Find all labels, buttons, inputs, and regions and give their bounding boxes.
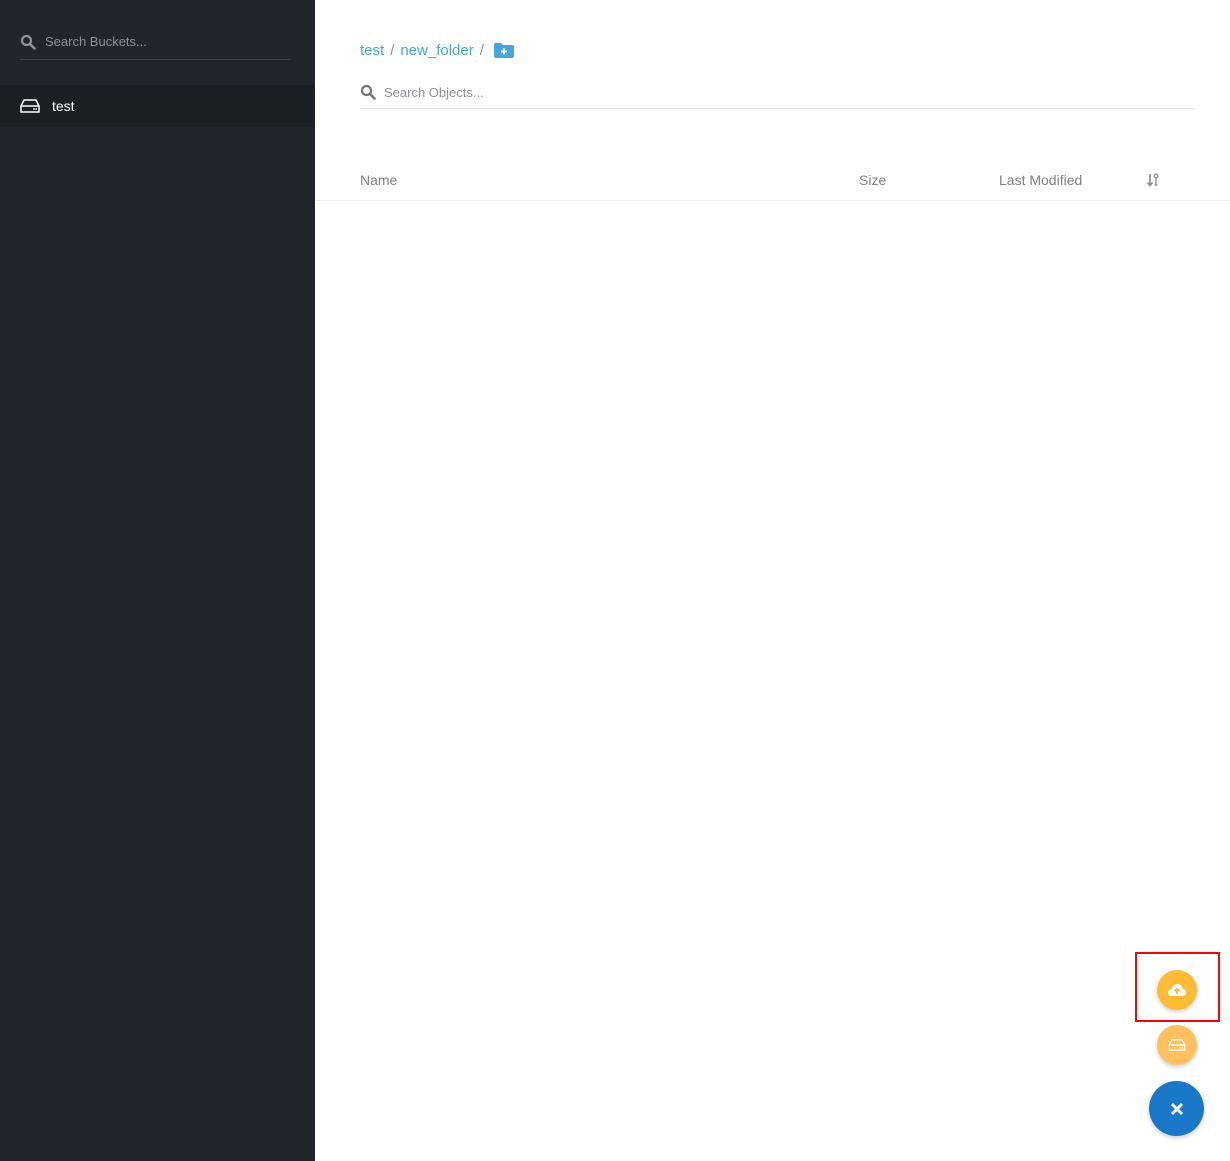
bucket-name: test xyxy=(52,98,75,114)
bucket-search-placeholder: Search Buckets... xyxy=(45,34,147,49)
bucket-search-input[interactable]: Search Buckets... xyxy=(20,24,291,60)
column-name[interactable]: Name xyxy=(360,172,397,188)
column-last-modified[interactable]: Last Modified xyxy=(999,172,1082,188)
search-icon xyxy=(20,34,36,50)
create-bucket-button[interactable] xyxy=(1157,1025,1197,1065)
hdd-icon xyxy=(1168,1039,1186,1051)
object-search-placeholder: Search Objects... xyxy=(384,84,484,100)
main-content: test / new_folder / Search Objects... Na… xyxy=(315,0,1230,1161)
highlight-box xyxy=(1135,952,1220,1022)
table-header: Name Size Last Modified xyxy=(315,160,1230,201)
close-menu-button[interactable] xyxy=(1149,1081,1204,1136)
breadcrumb-separator: / xyxy=(390,42,395,59)
breadcrumb-item[interactable]: test xyxy=(360,42,384,59)
breadcrumb-separator: / xyxy=(479,42,484,59)
hdd-icon xyxy=(20,99,40,113)
column-size[interactable]: Size xyxy=(859,172,886,188)
sidebar-item-bucket[interactable]: test xyxy=(0,85,315,127)
sort-icon[interactable] xyxy=(1146,173,1160,187)
folder-plus-icon[interactable] xyxy=(493,43,514,58)
sidebar: Search Buckets... test xyxy=(0,0,315,1161)
close-icon xyxy=(1170,1102,1183,1115)
breadcrumb-item[interactable]: new_folder xyxy=(400,42,473,59)
object-search-input[interactable]: Search Objects... xyxy=(360,76,1194,109)
breadcrumb: test / new_folder / xyxy=(360,42,514,59)
search-icon xyxy=(360,84,376,100)
